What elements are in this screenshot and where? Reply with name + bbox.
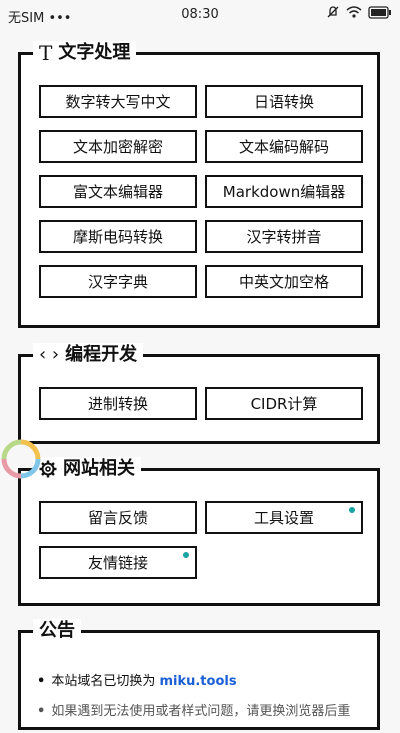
settings-button[interactable]: 工具设置 — [205, 501, 363, 534]
mute-icon — [327, 6, 339, 18]
tool-pinyin-button[interactable]: 汉字转拼音 — [205, 220, 363, 253]
domain-link[interactable]: miku.tools — [159, 674, 236, 689]
new-badge-dot — [183, 552, 189, 558]
tool-markdown-editor-button[interactable]: Markdown编辑器 — [205, 175, 363, 208]
friend-links-button[interactable]: 友情链接 — [39, 546, 197, 579]
section-text-processing: T 文字处理 数字转大写中文 日语转换 文本加密解密 文本编码解码 富文本编辑器… — [18, 41, 380, 328]
tool-base-convert-button[interactable]: 进制转换 — [39, 387, 197, 420]
tool-cidr-button[interactable]: CIDR计算 — [205, 387, 363, 420]
section-website: 网站相关 留言反馈 工具设置 友情链接 — [18, 457, 380, 606]
feedback-button[interactable]: 留言反馈 — [39, 501, 197, 534]
tool-spacing-button[interactable]: 中英文加空格 — [205, 265, 363, 298]
tool-text-encode-button[interactable]: 文本编码解码 — [205, 130, 363, 163]
loading-spinner-icon — [1, 439, 41, 479]
section-title-notice: 公告 — [33, 619, 81, 643]
status-icons — [326, 5, 392, 19]
new-badge-dot — [349, 507, 355, 513]
tool-japanese-convert-button[interactable]: 日语转换 — [205, 85, 363, 118]
tool-richtext-editor-button[interactable]: 富文本编辑器 — [39, 175, 197, 208]
tool-number-to-chinese-button[interactable]: 数字转大写中文 — [39, 85, 197, 118]
wifi-icon — [346, 6, 362, 18]
section-title-dev: ‹ › 编程开发 — [33, 343, 144, 367]
section-title-site: 网站相关 — [33, 457, 141, 481]
section-notice: 公告 • 本站域名已切换为 miku.tools • 如果遇到无法使用或者样式问… — [18, 619, 380, 733]
tool-text-encrypt-button[interactable]: 文本加密解密 — [39, 130, 197, 163]
code-icon: ‹ › — [39, 344, 60, 365]
notice-item: • 本站域名已切换为 miku.tools — [37, 674, 237, 689]
tool-morse-button[interactable]: 摩斯电码转换 — [39, 220, 197, 253]
tool-dictionary-button[interactable]: 汉字字典 — [39, 265, 197, 298]
section-programming: ‹ › 编程开发 进制转换 CIDR计算 — [18, 343, 380, 444]
status-bar: 无SIM ••• 08:30 — [0, 0, 400, 30]
battery-icon — [368, 5, 391, 19]
notice-list: • 本站域名已切换为 miku.tools • 如果遇到无法使用或者样式问题，请… — [37, 673, 367, 733]
section-title-text: T 文字处理 — [33, 41, 137, 65]
notice-item: • 如果遇到无法使用或者样式问题，请更换浏览器后重 — [37, 704, 351, 719]
text-format-icon: T — [39, 41, 53, 65]
